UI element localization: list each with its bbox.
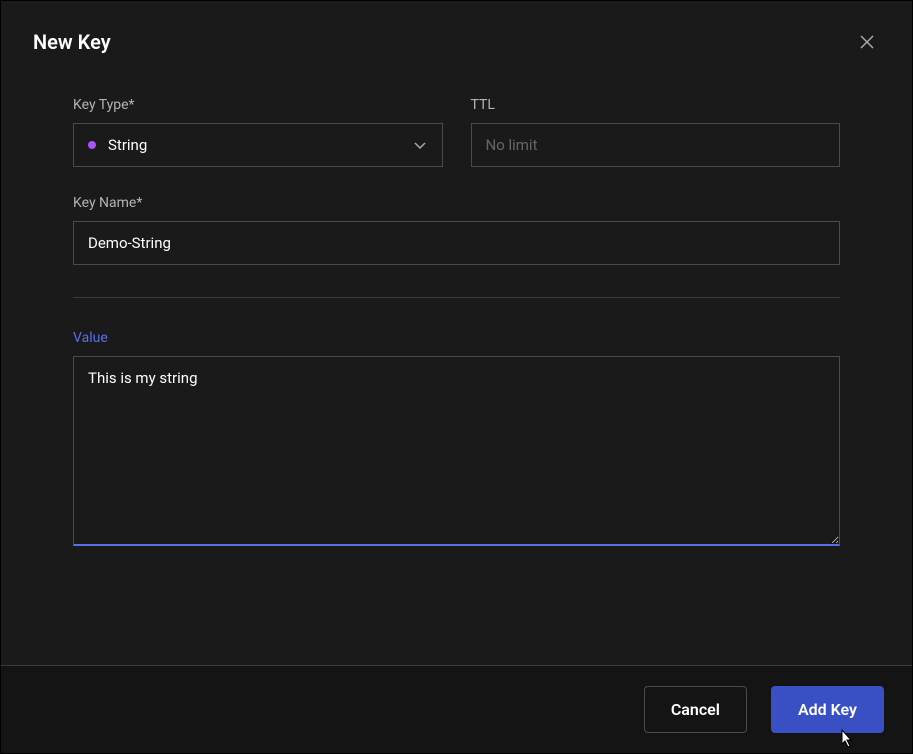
form-row-top: Key Type* String TTL (73, 97, 840, 167)
modal-title: New Key (33, 30, 111, 54)
key-type-label: Key Type* (73, 97, 443, 113)
ttl-input[interactable] (471, 123, 841, 167)
ttl-group: TTL (471, 97, 841, 167)
value-textarea[interactable] (73, 356, 840, 546)
key-type-select[interactable]: String (73, 123, 443, 167)
ttl-label: TTL (471, 97, 841, 113)
modal-footer: Cancel Add Key (1, 665, 912, 753)
value-group: Value (73, 330, 840, 550)
key-type-group: Key Type* String (73, 97, 443, 167)
section-divider (73, 297, 840, 298)
key-name-label: Key Name* (73, 195, 840, 211)
close-button[interactable] (854, 29, 880, 55)
key-type-value: String (108, 136, 412, 154)
new-key-modal: New Key Key Type* String (0, 0, 913, 754)
value-label: Value (73, 330, 840, 346)
key-name-input[interactable] (73, 221, 840, 265)
close-icon (858, 33, 876, 51)
add-key-button[interactable]: Add Key (771, 686, 884, 733)
type-indicator-dot (88, 141, 96, 149)
modal-header: New Key (1, 1, 912, 75)
key-name-group: Key Name* (73, 195, 840, 265)
modal-body: Key Type* String TTL Key Name* Va (1, 75, 912, 665)
chevron-down-icon (412, 137, 428, 153)
cancel-button[interactable]: Cancel (644, 686, 747, 733)
